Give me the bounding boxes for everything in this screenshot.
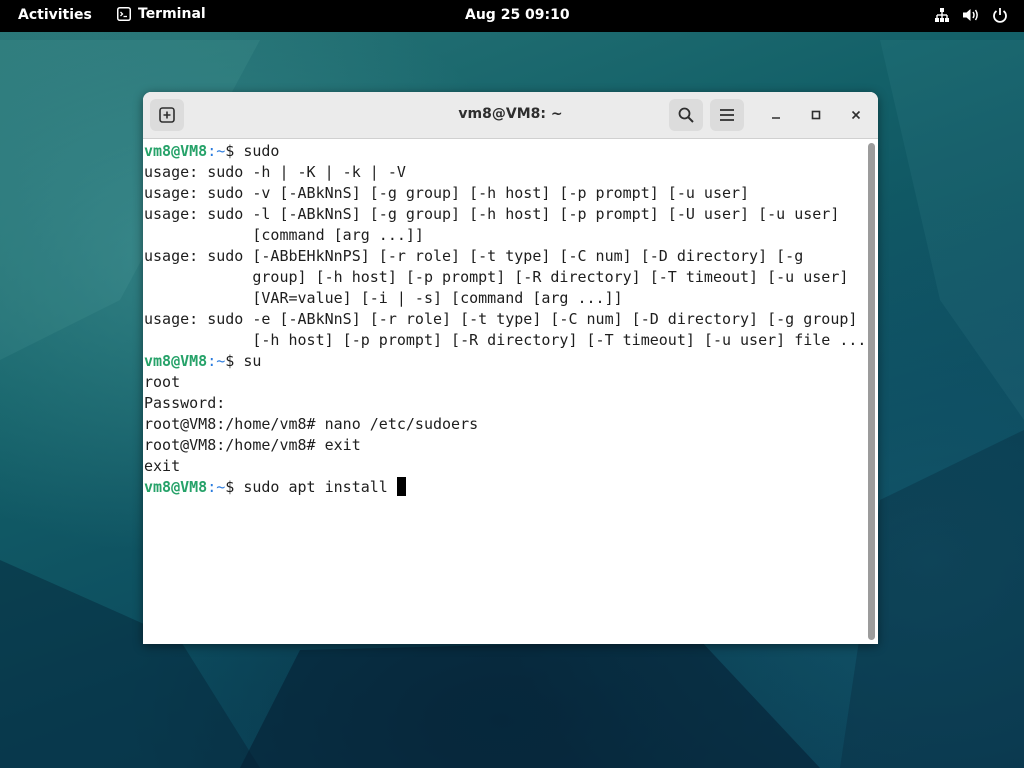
terminal-line: [command [arg ...]] (144, 226, 424, 244)
terminal-line: vm8@VM8:~$ sudo apt install (144, 477, 406, 498)
prompt-path: :~ (207, 142, 226, 160)
close-icon (851, 110, 861, 120)
activities-button[interactable]: Activities (18, 7, 92, 23)
terminal-line: [VAR=value] [-i | -s] [command [arg ...]… (144, 289, 623, 307)
terminal-line: usage: sudo -e [-ABkNnS] [-r role] [-t t… (144, 310, 858, 328)
terminal-output[interactable]: vm8@VM8:~$ sudo usage: sudo -h | -K | -k… (143, 139, 867, 644)
minimize-button[interactable] (765, 104, 787, 126)
terminal-line: exit (144, 457, 181, 475)
terminal-line: vm8@VM8:~$ su (144, 351, 261, 372)
terminal-line: usage: sudo [-ABbEHkNnPS] [-r role] [-t … (144, 247, 804, 265)
prompt-path: :~ (207, 352, 226, 370)
window-headerbar[interactable]: vm8@VM8: ~ (143, 92, 878, 139)
system-tray[interactable] (934, 7, 1008, 23)
search-button[interactable] (669, 99, 703, 131)
app-menu-label: Terminal (138, 6, 206, 22)
maximize-icon (811, 110, 821, 120)
hamburger-menu-icon (720, 109, 734, 121)
main-menu-button[interactable] (710, 99, 744, 131)
terminal-line: [-h host] [-p prompt] [-R directory] [-T… (144, 331, 867, 349)
close-button[interactable] (845, 104, 867, 126)
terminal-icon (117, 7, 131, 21)
terminal-line: root@VM8:/home/vm8# nano /etc/sudoers (144, 415, 479, 433)
prompt-user: vm8@VM8 (144, 352, 208, 370)
volume-icon[interactable] (962, 7, 980, 23)
prompt-user: vm8@VM8 (144, 142, 208, 160)
terminal-window: vm8@VM8: ~ vm8@VM8:~$ sudo usage: sudo -… (143, 92, 878, 644)
search-icon (678, 107, 694, 123)
terminal-line: root (144, 373, 181, 391)
clock-button[interactable]: Aug 25 09:10 (465, 7, 570, 23)
power-icon[interactable] (992, 7, 1008, 23)
app-menu-terminal[interactable]: Terminal (117, 6, 206, 22)
top-bar: Activities Terminal Aug 25 09:10 (0, 0, 1024, 32)
maximize-button[interactable] (805, 104, 827, 126)
command-text: $ sudo (225, 142, 280, 160)
command-text: $ sudo apt install (225, 478, 397, 496)
scrollbar-thumb[interactable] (868, 143, 875, 640)
prompt-user: vm8@VM8 (144, 478, 208, 496)
terminal-line: vm8@VM8:~$ sudo (144, 141, 279, 162)
terminal-line: usage: sudo -h | -K | -k | -V (144, 163, 406, 181)
terminal-line: usage: sudo -l [-ABkNnS] [-g group] [-h … (144, 205, 840, 223)
terminal-line: Password: (144, 394, 226, 412)
terminal-line: usage: sudo -v [-ABkNnS] [-g group] [-h … (144, 184, 750, 202)
command-text: $ su (225, 352, 262, 370)
minimize-icon (772, 117, 780, 119)
terminal-line: group] [-h host] [-p prompt] [-R directo… (144, 268, 849, 286)
terminal-line: root@VM8:/home/vm8# exit (144, 436, 361, 454)
network-icon[interactable] (934, 7, 950, 23)
prompt-path: :~ (207, 478, 226, 496)
text-cursor (396, 477, 406, 496)
